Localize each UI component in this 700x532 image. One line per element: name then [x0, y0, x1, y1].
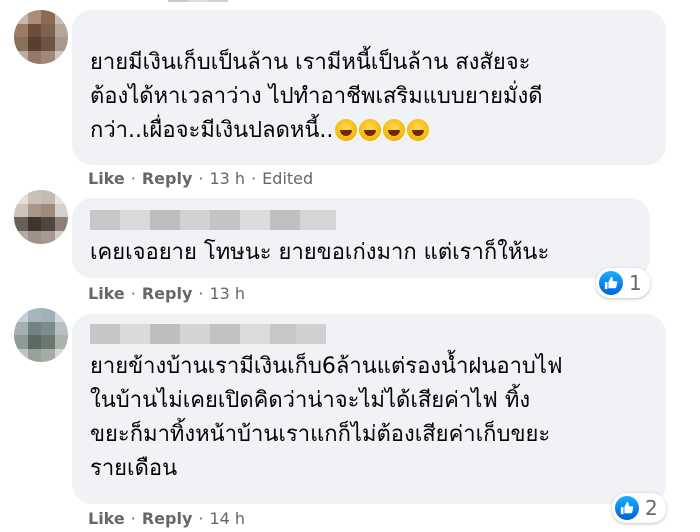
comment-line: ยายข้างบ้านเรามีเงินเก็บ6ล้านแต่รองน้ำฝน… [90, 354, 563, 379]
comment-actions: Like · Reply · 13 h · Edited [88, 169, 313, 188]
rolling-laughing-emoji-icon [335, 119, 358, 141]
timestamp[interactable]: 14 h [209, 509, 245, 528]
rolling-laughing-emoji-icon [407, 119, 430, 141]
reaction-count-number: 1 [629, 271, 642, 295]
avatar[interactable] [14, 308, 68, 362]
rolling-laughing-emoji-icon [383, 119, 406, 141]
reply-button[interactable]: Reply [142, 284, 193, 303]
reaction-count[interactable]: 2 [612, 493, 666, 523]
like-button[interactable]: Like [88, 169, 125, 188]
reaction-count[interactable]: 1 [596, 268, 650, 298]
separator: · [130, 169, 136, 188]
comment-text: เคยเจอยาย โทษนะ ยายขอเก่งมาก แต่เราก็ให้… [90, 236, 549, 270]
comment-line: รายเดือน [90, 456, 178, 481]
reply-button[interactable]: Reply [142, 509, 193, 528]
rolling-laughing-emoji-icon [359, 119, 382, 141]
separator: · [198, 169, 204, 188]
blurred-name-top [168, 0, 228, 2]
like-button[interactable]: Like [88, 509, 125, 528]
blurred-author-name[interactable] [90, 324, 326, 344]
comment-line: ต้องได้หาเวลาว่าง ไปทำอาชีพเสริมแบบยายมั… [90, 84, 543, 109]
comment-line: กว่า..เผื่อจะมีเงินปลดหนี้.. [90, 114, 543, 148]
comment-line: ขยะก็มาทิ้งหน้าบ้านเราแกก็ไม่ต้องเสียค่า… [90, 422, 551, 447]
separator: · [251, 169, 257, 188]
comment-line: เคยเจอยาย โทษนะ ยายขอเก่งมาก แต่เราก็ให้… [90, 240, 550, 265]
comment-line: ในบ้านไม่เคยเปิดคิดว่าน่าจะไม่ได้เสียค่า… [90, 388, 531, 413]
timestamp[interactable]: 13 h [209, 284, 245, 303]
edited-label[interactable]: Edited [262, 169, 313, 188]
reply-button[interactable]: Reply [142, 169, 193, 188]
reaction-count-number: 2 [645, 496, 658, 520]
separator: · [130, 509, 136, 528]
like-button[interactable]: Like [88, 284, 125, 303]
thumbs-up-icon [599, 271, 623, 295]
comment-actions: Like · Reply · 14 h [88, 509, 245, 528]
timestamp[interactable]: 13 h [209, 169, 245, 188]
separator: · [198, 284, 204, 303]
blurred-author-name[interactable] [90, 210, 336, 230]
avatar[interactable] [14, 10, 68, 64]
comment-text: ยายมีเงินเก็บเป็นล้าน เรามีหนี้เป็นล้าน … [90, 46, 543, 148]
comment-line-text: กว่า..เผื่อจะมีเงินปลดหนี้.. [90, 118, 334, 143]
thumbs-up-icon [615, 496, 639, 520]
comment-line: ยายมีเงินเก็บเป็นล้าน เรามีหนี้เป็นล้าน … [90, 50, 531, 75]
separator: · [198, 509, 204, 528]
comment-actions: Like · Reply · 13 h [88, 284, 245, 303]
separator: · [130, 284, 136, 303]
comment-text: ยายข้างบ้านเรามีเงินเก็บ6ล้านแต่รองน้ำฝน… [90, 350, 563, 486]
avatar[interactable] [14, 190, 68, 244]
